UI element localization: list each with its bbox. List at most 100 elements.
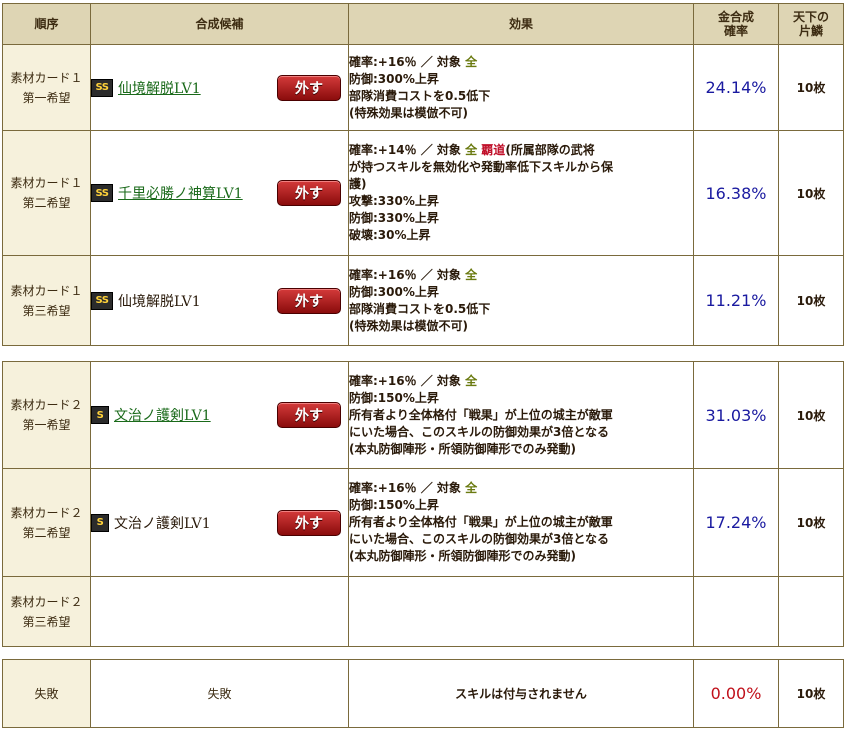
effect-cell: 確率:+16％ ／ 対象 全 防御:150%上昇 所有者より全体格付「戦果」が上… — [348, 361, 694, 469]
rank-badge-icon: SS — [91, 291, 113, 310]
order-preference: 第二希望 — [22, 525, 71, 540]
order-preference: 第二希望 — [22, 196, 71, 210]
rank-badge-icon: SS — [91, 78, 113, 97]
effect-hado: 覇道 — [481, 143, 506, 157]
remove-button[interactable]: 外す — [277, 74, 341, 101]
failure-count: 10枚 — [778, 659, 844, 728]
rank-badge-icon: SS — [91, 184, 113, 202]
rank-badge-icon: S — [91, 406, 109, 424]
order-material: 素材カード２ — [10, 398, 83, 412]
synthesis-table-failure: 失敗 失敗 スキルは付与されません 0.00% 10枚 — [2, 659, 844, 728]
effect-line: 破壊:30%上昇 — [349, 228, 431, 242]
failure-candidate: 失敗 — [90, 659, 349, 728]
table-header-row: 順序 合成候補 効果 金合成 確率 天下の 片鱗 — [2, 3, 844, 45]
effect-rate: 確率:+16％ ／ 対象 — [349, 373, 466, 388]
order-preference: 第一希望 — [22, 418, 71, 432]
probability-value: 24.14% — [693, 44, 779, 131]
order-material: 素材カード２ — [10, 594, 83, 609]
failure-probability: 0.00% — [693, 659, 779, 728]
effect-target: 全 — [465, 481, 478, 495]
table-row: 素材カード２ 第二希望 S 文治ノ護剣LV1 外す 確率:+16％ ／ 対象 全… — [2, 468, 844, 577]
effect-line: 防御:300%上昇 — [349, 284, 439, 299]
effect-cell: 確率:+16％ ／ 対象 全 防御:150%上昇 所有者より全体格付「戦果」が上… — [348, 468, 694, 577]
effect-cell-empty — [348, 576, 694, 647]
effect-line: 防御:150%上昇 — [349, 498, 439, 512]
order-cell: 素材カード２ 第一希望 — [2, 361, 91, 469]
remove-button[interactable]: 外す — [277, 509, 341, 536]
remove-button[interactable]: 外す — [277, 402, 341, 428]
count-value: 10枚 — [778, 468, 844, 577]
failure-row: 失敗 失敗 スキルは付与されません 0.00% 10枚 — [2, 659, 844, 728]
order-material: 素材カード１ — [10, 70, 83, 85]
order-material: 素材カード１ — [10, 176, 83, 190]
header-count-line1: 天下の — [792, 10, 829, 24]
synthesis-table-group1: 順序 合成候補 効果 金合成 確率 天下の 片鱗 素材カード１ 第一希望 SS … — [2, 3, 844, 346]
effect-rate: 確率:+16％ ／ 対象 — [349, 54, 466, 69]
order-preference: 第一希望 — [22, 90, 71, 105]
effect-line: にいた場合、このスキルの防御効果が3倍となる — [349, 424, 609, 439]
header-probability-line2: 確率 — [723, 24, 748, 38]
effect-target: 全 — [465, 267, 478, 282]
effect-line: 防御:330%上昇 — [349, 211, 439, 225]
effect-line: (本丸防御陣形・所領防御陣形でのみ発動) — [349, 441, 576, 456]
effect-line: (特殊効果は模倣不可) — [349, 318, 468, 333]
effect-line: (所属部隊の武将 — [505, 143, 595, 157]
effect-target: 全 — [465, 54, 478, 69]
effect-rate: 確率:+14％ ／ 対象 — [349, 143, 466, 157]
effect-cell: 確率:+16％ ／ 対象 全 防御:300%上昇 部隊消費コストを0.5低下 (… — [348, 44, 694, 131]
table-row: 素材カード２ 第三希望 — [2, 576, 844, 647]
effect-line: 防御:300%上昇 — [349, 71, 439, 86]
synthesis-page: 順序 合成候補 効果 金合成 確率 天下の 片鱗 素材カード１ 第一希望 SS … — [0, 0, 845, 730]
effect-cell: 確率:+14％ ／ 対象 全 覇道(所属部隊の武将 が持つスキルを無効化や発動率… — [348, 130, 694, 256]
order-cell: 素材カード１ 第三希望 — [2, 255, 91, 346]
effect-rate: 確率:+16％ ／ 対象 — [349, 481, 466, 495]
skill-link[interactable]: 千里必勝ノ神算LV1 — [118, 183, 243, 203]
header-count: 天下の 片鱗 — [778, 3, 844, 45]
skill-name: 仙境解脱LV1 — [118, 293, 201, 310]
header-probability: 金合成 確率 — [693, 3, 779, 45]
probability-value: 31.03% — [693, 361, 779, 469]
count-value: 10枚 — [778, 255, 844, 346]
effect-target: 全 — [465, 373, 478, 388]
candidate-cell: SS 千里必勝ノ神算LV1 外す — [90, 130, 349, 256]
effect-target: 全 — [465, 143, 478, 157]
order-preference: 第三希望 — [22, 614, 71, 629]
synthesis-table-group2: 素材カード２ 第一希望 S 文治ノ護剣LV1 外す 確率:+16％ ／ 対象 全… — [2, 361, 844, 647]
header-order: 順序 — [2, 3, 91, 45]
probability-value: 11.21% — [693, 255, 779, 346]
skill-name: 文治ノ護剣LV1 — [114, 515, 211, 532]
candidate-cell: SS 仙境解脱LV1 外す — [90, 255, 349, 346]
table-row: 素材カード１ 第三希望 SS 仙境解脱LV1 外す 確率:+16％ ／ 対象 全… — [2, 255, 844, 346]
count-value: 10枚 — [778, 44, 844, 131]
count-empty — [778, 576, 844, 647]
effect-rate: 確率:+16％ ／ 対象 — [349, 267, 466, 282]
effect-line: 所有者より全体格付「戦果」が上位の城主が敵軍 — [349, 407, 613, 422]
order-preference: 第三希望 — [22, 303, 71, 318]
effect-line: 部隊消費コストを0.5低下 — [349, 88, 491, 103]
order-material: 素材カード１ — [10, 283, 83, 298]
table-row: 素材カード１ 第一希望 SS 仙境解脱LV1 外す 確率:+16％ ／ 対象 全… — [2, 44, 844, 131]
header-candidate: 合成候補 — [90, 3, 349, 45]
effect-line: 防御:150%上昇 — [349, 390, 439, 405]
effect-line: (特殊効果は模倣不可) — [349, 105, 468, 120]
skill-link[interactable]: 仙境解脱LV1 — [118, 78, 201, 98]
count-value: 10枚 — [778, 361, 844, 469]
table-row: 素材カード２ 第一希望 S 文治ノ護剣LV1 外す 確率:+16％ ／ 対象 全… — [2, 361, 844, 469]
effect-line: 所有者より全体格付「戦果」が上位の城主が敵軍 — [349, 515, 613, 529]
count-value: 10枚 — [778, 130, 844, 256]
order-cell: 素材カード１ 第二希望 — [2, 130, 91, 256]
skill-link[interactable]: 文治ノ護剣LV1 — [114, 405, 211, 425]
probability-value: 17.24% — [693, 468, 779, 577]
candidate-cell-empty — [90, 576, 349, 647]
probability-value: 16.38% — [693, 130, 779, 256]
failure-order: 失敗 — [2, 659, 91, 728]
table-row: 素材カード１ 第二希望 SS 千里必勝ノ神算LV1 外す 確率:+14％ ／ 対… — [2, 130, 844, 256]
effect-line: 部隊消費コストを0.5低下 — [349, 301, 491, 316]
effect-cell: 確率:+16％ ／ 対象 全 防御:300%上昇 部隊消費コストを0.5低下 (… — [348, 255, 694, 346]
remove-button[interactable]: 外す — [277, 180, 341, 206]
effect-line: にいた場合、このスキルの防御効果が3倍となる — [349, 532, 609, 546]
order-cell: 素材カード２ 第三希望 — [2, 576, 91, 647]
remove-button[interactable]: 外す — [277, 287, 341, 314]
rank-badge-icon: S — [91, 513, 109, 532]
header-count-line2: 片鱗 — [798, 24, 823, 38]
